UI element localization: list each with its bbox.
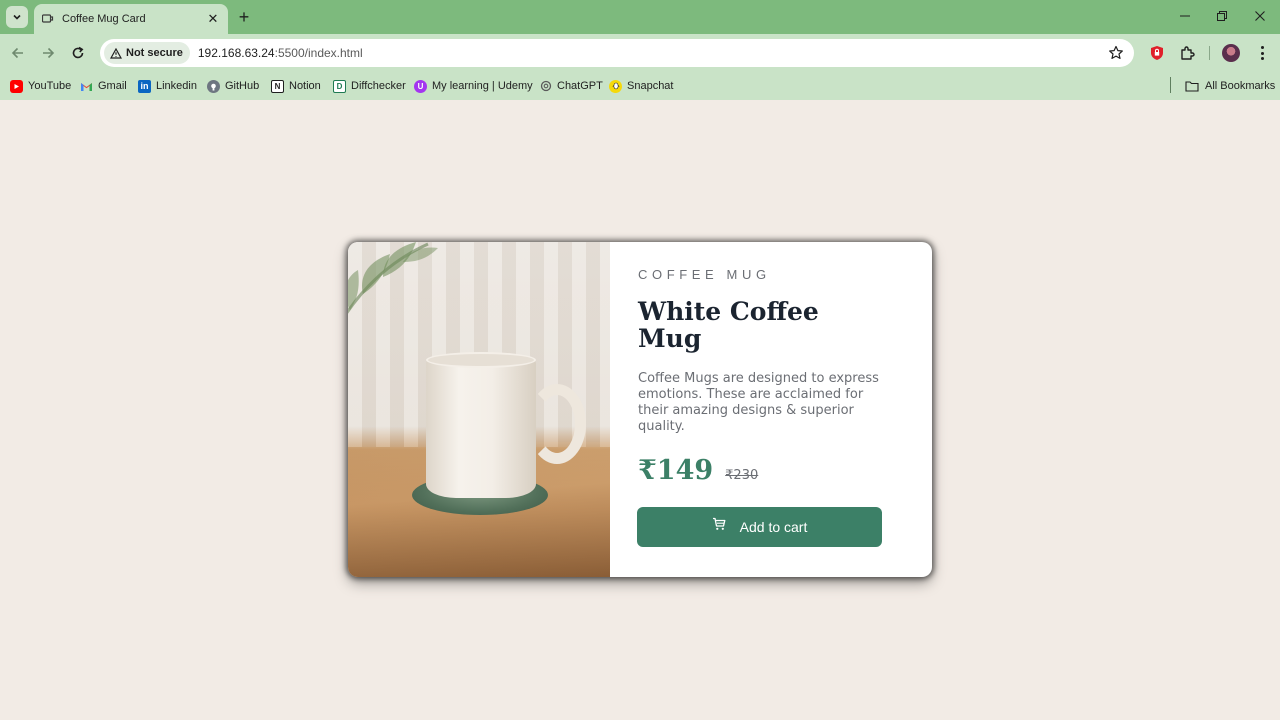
folder-icon (1185, 81, 1199, 92)
tab-title: Coffee Mug Card (62, 13, 146, 25)
chatgpt-icon (539, 80, 552, 93)
tab-active[interactable]: Coffee Mug Card ✕ (34, 4, 228, 34)
minimize-icon (1180, 15, 1190, 17)
all-bookmarks-button[interactable]: All Bookmarks (1185, 78, 1275, 94)
mug-handle (528, 384, 586, 464)
profile-avatar[interactable] (1222, 44, 1240, 62)
shield-icon (1151, 46, 1163, 60)
address-bar[interactable]: Not secure 192.168.63.24:5500/index.html (100, 39, 1134, 67)
chevron-down-icon (13, 14, 21, 20)
url-text[interactable]: 192.168.63.24:5500/index.html (198, 46, 363, 60)
plant-leaves (348, 242, 438, 314)
bookmark-chatgpt[interactable]: ChatGPT (539, 78, 603, 94)
security-indicator[interactable]: Not secure (104, 42, 190, 64)
mug-body (426, 358, 536, 498)
bookmark-star-icon[interactable] (1108, 45, 1124, 61)
product-title: White Coffee Mug (638, 297, 819, 353)
bookmark-github[interactable]: GitHub (207, 78, 259, 94)
bookmark-linkedin[interactable]: in Linkedin (138, 78, 197, 94)
arrow-right-icon (43, 47, 55, 59)
security-label: Not secure (126, 47, 183, 59)
original-price: ₹230 (725, 468, 759, 483)
close-window-button[interactable] (1252, 8, 1268, 24)
udemy-icon: U (414, 79, 427, 93)
bookmarks-bar: YouTube Gmail in Linkedin GitHub N Notio… (0, 72, 1280, 100)
extension-shield-button[interactable] (1148, 44, 1166, 62)
bookmark-label: Linkedin (156, 80, 197, 92)
bookmarks-divider (1170, 77, 1171, 93)
bookmark-label: ChatGPT (557, 80, 603, 92)
page-icon (42, 14, 54, 23)
bookmark-label: Gmail (98, 80, 127, 92)
tab-close-icon[interactable]: ✕ (206, 11, 220, 27)
product-card: COFFEE MUG White Coffee Mug Coffee Mugs … (348, 242, 932, 577)
bookmark-label: My learning | Udemy (432, 80, 533, 92)
youtube-icon (10, 79, 23, 93)
bookmark-youtube[interactable]: YouTube (10, 78, 71, 94)
add-to-cart-label: Add to cart (739, 519, 808, 535)
product-image (348, 242, 610, 577)
extensions-button[interactable] (1178, 44, 1196, 62)
browser-toolbar: Not secure 192.168.63.24:5500/index.html (0, 34, 1280, 72)
product-category: COFFEE MUG (638, 267, 771, 282)
new-tab-button[interactable]: + (234, 7, 254, 27)
bookmark-label: Snapchat (627, 80, 674, 92)
tab-strip: Coffee Mug Card ✕ + (0, 0, 1280, 34)
add-to-cart-button[interactable]: Add to cart (637, 507, 882, 547)
current-price: ₹149 (638, 455, 714, 486)
product-details: COFFEE MUG White Coffee Mug Coffee Mugs … (610, 242, 932, 577)
github-icon (207, 79, 220, 93)
bookmark-gmail[interactable]: Gmail (80, 78, 127, 94)
reload-button[interactable] (68, 43, 88, 63)
product-description: Coffee Mugs are designed to express emot… (638, 371, 879, 434)
tab-search-button[interactable] (6, 6, 28, 28)
arrow-left-icon (11, 47, 23, 59)
minimize-button[interactable] (1177, 8, 1193, 24)
bookmark-label: GitHub (225, 80, 260, 92)
forward-button[interactable] (38, 43, 58, 63)
cart-icon (712, 517, 726, 530)
bookmark-snapchat[interactable]: Snapchat (609, 78, 673, 94)
warning-icon (110, 47, 122, 59)
gmail-icon (80, 80, 93, 93)
all-bookmarks-label: All Bookmarks (1205, 80, 1276, 92)
browser-menu-button[interactable] (1254, 44, 1270, 62)
diffchecker-icon: D (333, 79, 346, 93)
linkedin-icon: in (138, 79, 151, 93)
notion-icon: N (271, 79, 284, 93)
bookmark-label: Diffchecker (351, 80, 406, 92)
toolbar-divider (1209, 46, 1210, 60)
bookmark-label: Notion (289, 80, 321, 92)
bookmark-diffchecker[interactable]: D Diffchecker (333, 78, 406, 94)
snapchat-icon (609, 79, 622, 93)
back-button[interactable] (8, 43, 28, 63)
close-icon (1255, 11, 1265, 21)
mug-rim (426, 352, 536, 368)
bookmark-notion[interactable]: N Notion (271, 78, 321, 94)
url-host: 192.168.63.24 (197, 46, 275, 60)
restore-icon (1217, 11, 1227, 21)
price-row: ₹149 ₹230 (638, 455, 904, 486)
restore-button[interactable] (1214, 8, 1230, 24)
url-path: :5500/index.html (274, 46, 363, 60)
bookmark-udemy[interactable]: U My learning | Udemy (414, 78, 533, 94)
puzzle-icon (1181, 46, 1195, 60)
bookmark-label: YouTube (28, 80, 72, 92)
reload-icon (72, 46, 84, 59)
